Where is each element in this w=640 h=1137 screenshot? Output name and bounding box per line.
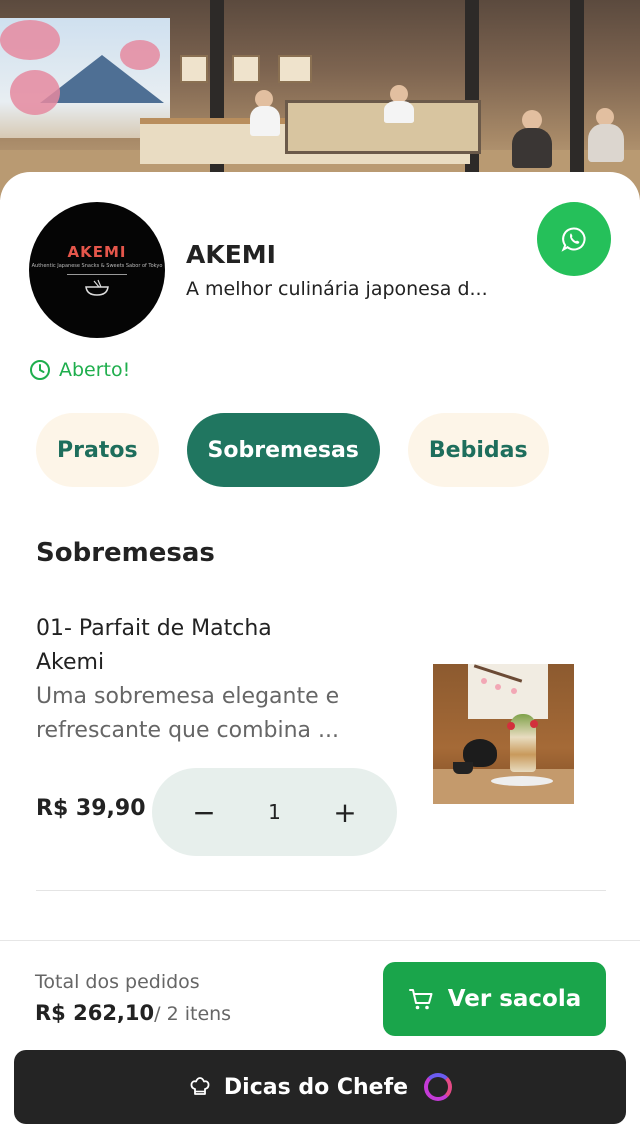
total-value: R$ 262,10 <box>35 1001 155 1025</box>
logo-tagline: Authentic Japanese Snacks & Sweets Sabor… <box>31 263 163 269</box>
divider <box>36 890 606 891</box>
open-status: Aberto! <box>29 359 130 381</box>
menu-item-description: Uma sobremesa elegante e refrescante que… <box>36 684 340 743</box>
cart-icon <box>408 989 433 1010</box>
logo-brand-text: AKEMI <box>67 243 127 261</box>
store-card: AKEMI Authentic Japanese Snacks & Sweets… <box>0 172 640 1052</box>
menu-item-price: R$ 39,90 <box>36 796 146 821</box>
bowl-icon <box>85 279 109 296</box>
decrement-button[interactable]: − <box>192 796 216 829</box>
quantity-value: 1 <box>268 800 281 824</box>
tab-pratos[interactable]: Pratos <box>36 413 159 487</box>
open-status-label: Aberto! <box>59 359 131 381</box>
store-logo: AKEMI Authentic Japanese Snacks & Sweets… <box>29 202 165 338</box>
whatsapp-button[interactable] <box>537 202 611 276</box>
chef-tips-label: Dicas do Chefe <box>223 1074 409 1100</box>
tab-sobremesas[interactable]: Sobremesas <box>186 413 380 487</box>
store-description: A melhor culinária japonesa d... <box>186 278 488 300</box>
tab-bebidas[interactable]: Bebidas <box>407 413 549 487</box>
total-label: Total dos pedidos <box>35 971 200 993</box>
view-bag-button[interactable]: Ver sacola <box>383 962 606 1036</box>
view-bag-label: Ver sacola <box>447 986 582 1012</box>
section-title: Sobremesas <box>36 538 215 568</box>
menu-item-name[interactable]: 01- Parfait de Matcha Akemi <box>36 612 336 680</box>
increment-button[interactable]: + <box>333 796 357 829</box>
category-tabs: Pratos Sobremesas Bebidas <box>36 413 549 487</box>
cart-summary-bar: Total dos pedidos R$ 262,10/ 2 itens Ver… <box>0 940 640 1061</box>
quantity-stepper: − 1 + <box>152 768 397 856</box>
cart-items-count: / 2 itens <box>154 1003 232 1025</box>
menu-item-image[interactable] <box>433 664 574 804</box>
whatsapp-icon <box>561 227 586 252</box>
chef-hat-icon <box>190 1077 210 1095</box>
store-cover-image <box>0 0 640 200</box>
store-name: AKEMI <box>186 240 276 269</box>
clock-icon <box>30 360 50 380</box>
total-value-row: R$ 262,10/ 2 itens <box>35 1001 231 1025</box>
loading-spinner-icon <box>424 1073 453 1101</box>
chef-tips-button[interactable]: Dicas do Chefe <box>14 1050 626 1124</box>
